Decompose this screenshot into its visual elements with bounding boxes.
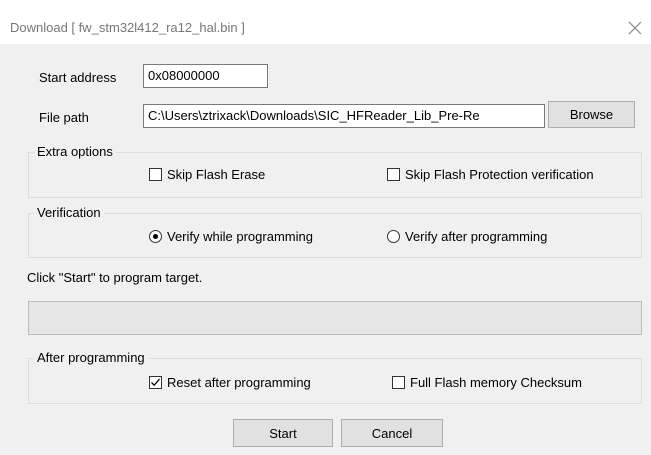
file-path-label: File path: [39, 110, 89, 125]
start-button[interactable]: Start: [233, 419, 333, 447]
title-bar: Download [ fw_stm32l412_ra12_hal.bin ]: [0, 0, 651, 44]
window-title: Download [ fw_stm32l412_ra12_hal.bin ]: [10, 20, 245, 35]
radio-circle: [387, 230, 400, 243]
checkbox-box: [149, 376, 162, 389]
progress-bar: [28, 301, 642, 335]
close-button[interactable]: [625, 18, 645, 38]
browse-button[interactable]: Browse: [548, 101, 635, 128]
checkbox-box: [387, 168, 400, 181]
skip-flash-erase-label: Skip Flash Erase: [167, 167, 266, 182]
status-message: Click "Start" to program target.: [27, 270, 203, 285]
start-address-input[interactable]: 0x08000000: [143, 64, 268, 88]
radio-selected-dot: [153, 234, 158, 239]
verification-group: [28, 213, 642, 258]
verify-after-radio[interactable]: Verify after programming: [387, 229, 547, 244]
skip-protection-checkbox[interactable]: Skip Flash Protection verification: [387, 167, 594, 182]
verify-while-label: Verify while programming: [167, 229, 313, 244]
verify-after-label: Verify after programming: [405, 229, 548, 244]
verification-title: Verification: [34, 205, 104, 220]
full-checksum-checkbox[interactable]: Full Flash memory Checksum: [392, 375, 582, 390]
extra-options-title: Extra options: [34, 144, 116, 159]
reset-after-label: Reset after programming: [167, 375, 311, 390]
skip-protection-label: Skip Flash Protection verification: [405, 167, 594, 182]
close-icon: [628, 21, 642, 35]
reset-after-checkbox[interactable]: Reset after programming: [149, 375, 311, 390]
file-path-input[interactable]: C:\Users\ztrixack\Downloads\SIC_HFReader…: [143, 104, 545, 128]
verify-while-radio[interactable]: Verify while programming: [149, 229, 313, 244]
cancel-button[interactable]: Cancel: [341, 419, 443, 447]
radio-circle: [149, 230, 162, 243]
checkmark-icon: [151, 378, 160, 387]
skip-flash-erase-checkbox[interactable]: Skip Flash Erase: [149, 167, 265, 182]
checkbox-box: [149, 168, 162, 181]
dialog-body: Start address 0x08000000 File path C:\Us…: [0, 44, 651, 455]
checkbox-box: [392, 376, 405, 389]
after-programming-title: After programming: [34, 350, 148, 365]
start-address-label: Start address: [39, 70, 117, 85]
full-checksum-label: Full Flash memory Checksum: [410, 375, 582, 390]
